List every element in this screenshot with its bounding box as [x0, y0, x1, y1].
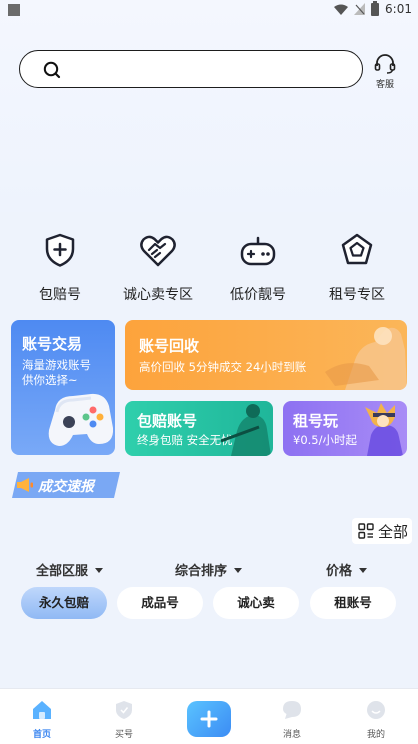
gamepad-icon [240, 236, 276, 266]
grid-icon [358, 523, 374, 539]
notification-icon [8, 4, 20, 16]
chip-sincere-sale[interactable]: 诚心卖 [213, 587, 299, 619]
plus-icon [200, 710, 218, 728]
rent-account-card[interactable]: 租号玩 ¥0.5/小时起 [283, 401, 407, 456]
all-categories-label: 全部 [378, 523, 409, 541]
caret-down-icon [234, 568, 243, 573]
status-bar: 6:01 [0, 0, 418, 22]
chip-finished-accounts[interactable]: 成品号 [117, 587, 203, 619]
filter-label: 价格 [326, 564, 353, 579]
quick-menu-label: 低价靓号 [230, 287, 286, 303]
tab-label: 首页 [32, 730, 51, 740]
quick-menu-cheap-accounts[interactable]: 低价靓号 [213, 230, 303, 304]
filter-price[interactable]: 价格 [326, 560, 368, 579]
card-title: 账号回收 [139, 337, 200, 355]
quick-menu-compensation[interactable]: 包赔号 [15, 230, 105, 304]
battery-icon [371, 0, 380, 16]
headset-icon [374, 54, 396, 74]
deal-ticker[interactable]: 成交速报 [12, 472, 120, 498]
tab-label: 消息 [282, 730, 301, 740]
tab-messages[interactable]: 消息 [262, 699, 322, 740]
tab-home[interactable]: 首页 [12, 699, 72, 740]
chat-bubble-icon [283, 701, 301, 719]
status-time: 6:01 [385, 2, 412, 16]
megaphone-icon [17, 478, 33, 492]
tab-profile[interactable]: 我的 [346, 699, 406, 740]
tab-buy[interactable]: 买号 [94, 699, 154, 740]
card-subtitle: 供你选择~ [22, 373, 78, 387]
service-label: 客服 [375, 80, 394, 90]
quick-menu-sincere-sale[interactable]: 诚心卖专区 [113, 230, 203, 304]
game-character-illustration [325, 327, 407, 390]
tab-label: 我的 [366, 730, 385, 740]
card-subtitle: 终身包赔 安全无忧 [137, 433, 233, 447]
card-title: 租号玩 [293, 412, 339, 430]
soldier-illustration [221, 404, 271, 456]
header-background [0, 0, 418, 212]
chip-rent-accounts[interactable]: 租账号 [310, 587, 396, 619]
customer-service-button[interactable]: 客服 [372, 52, 398, 90]
card-subtitle: 高价回收 5分钟成交 24小时到账 [139, 360, 307, 374]
shield-plus-icon [45, 233, 75, 267]
handshake-icon [140, 235, 176, 267]
tab-label: 买号 [114, 730, 133, 740]
publish-button[interactable] [187, 701, 231, 737]
all-categories-button[interactable]: 全部 [352, 518, 412, 544]
ticker-label: 成交速报 [38, 479, 94, 495]
caret-down-icon [359, 568, 368, 573]
guaranteed-account-card[interactable]: 包赔账号 终身包赔 安全无忧 [125, 401, 273, 456]
ninja-illustration [365, 403, 403, 456]
card-title: 包赔账号 [137, 412, 198, 430]
quick-menu-rental[interactable]: 租号专区 [312, 230, 402, 304]
filter-sort[interactable]: 综合排序 [175, 560, 243, 579]
signal-off-icon [354, 3, 366, 15]
chip-permanent-compensation[interactable]: 永久包赔 [21, 587, 107, 619]
quick-menu-label: 包赔号 [39, 287, 81, 303]
shield-icon [116, 701, 132, 719]
home-icon [33, 701, 51, 719]
game-controller-illustration [48, 393, 114, 446]
card-subtitle: ¥0.5/小时起 [293, 433, 357, 447]
filter-server[interactable]: 全部区服 [36, 560, 104, 579]
search-input[interactable] [19, 50, 363, 88]
search-icon [43, 61, 61, 79]
account-recycle-card[interactable]: 账号回收 高价回收 5分钟成交 24小时到账 [125, 320, 407, 390]
status-icons: 6:01 [334, 0, 412, 16]
filter-label: 全部区服 [36, 564, 89, 579]
card-subtitle: 海量游戏账号 [22, 358, 91, 372]
card-title: 账号交易 [22, 335, 83, 353]
pentagon-badge-icon [341, 233, 373, 265]
filter-label: 综合排序 [175, 564, 228, 579]
wifi-icon [334, 4, 349, 15]
quick-menu-label: 租号专区 [329, 287, 385, 303]
smiley-icon [367, 701, 385, 719]
caret-down-icon [95, 568, 104, 573]
account-trade-card[interactable]: 账号交易 海量游戏账号 供你选择~ [11, 320, 115, 455]
quick-menu-label: 诚心卖专区 [123, 287, 193, 303]
